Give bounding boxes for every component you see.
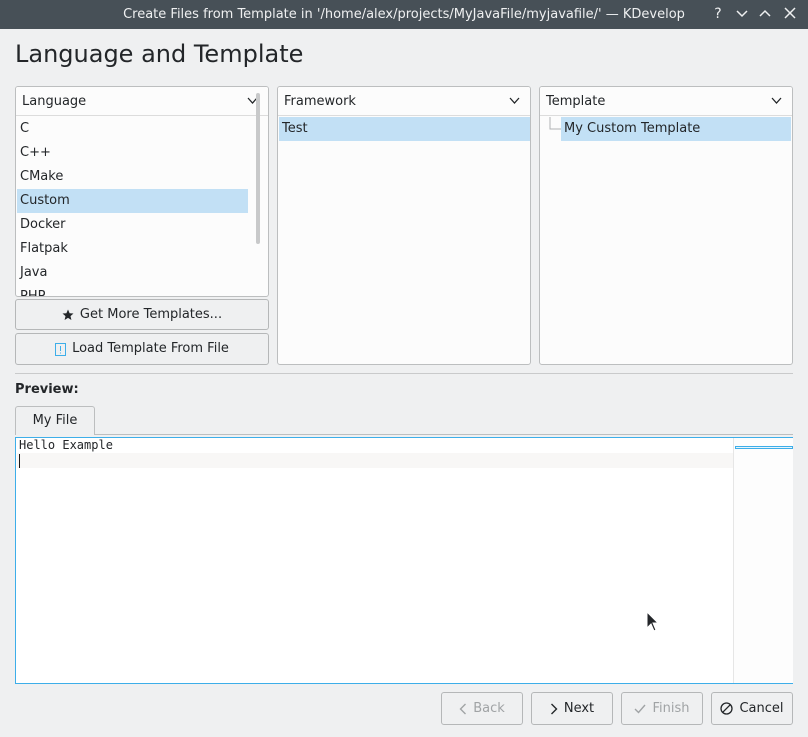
- template-header[interactable]: Template: [540, 87, 792, 116]
- template-item-my-custom-template[interactable]: My Custom Template: [561, 117, 791, 141]
- language-header[interactable]: Language: [16, 87, 268, 116]
- language-item-c[interactable]: C: [17, 117, 248, 141]
- next-button[interactable]: Next: [531, 692, 613, 725]
- mouse-pointer-icon: [646, 611, 660, 632]
- cancel-icon: [720, 702, 734, 715]
- window-title: Create Files from Template in '/home/ale…: [123, 7, 685, 22]
- editor-minimap[interactable]: [733, 438, 793, 683]
- language-item-java[interactable]: Java: [17, 261, 248, 285]
- chevron-right-icon: [550, 703, 558, 714]
- chevron-down-icon: [509, 97, 520, 104]
- chevron-down-icon: [771, 97, 782, 104]
- get-more-templates-label: Get More Templates...: [79, 307, 223, 322]
- language-scrollbar[interactable]: [256, 93, 260, 244]
- preview-label: Preview:: [15, 382, 79, 397]
- get-more-templates-button[interactable]: Get More Templates...: [15, 299, 269, 330]
- framework-item-test[interactable]: Test: [279, 117, 530, 141]
- language-item-custom[interactable]: Custom: [17, 189, 248, 213]
- template-list[interactable]: Template My Custom Template: [539, 86, 793, 365]
- close-icon: [784, 7, 796, 19]
- language-header-label: Language: [22, 94, 87, 109]
- template-header-label: Template: [546, 94, 606, 109]
- star-icon: [62, 309, 74, 320]
- cancel-button[interactable]: Cancel: [711, 692, 793, 725]
- preview-code-line-1: Hello Example: [19, 438, 113, 452]
- framework-header-label: Framework: [284, 94, 356, 109]
- text-cursor: [19, 454, 20, 468]
- section-separator: [15, 373, 793, 374]
- minimap-viewport[interactable]: [735, 446, 793, 449]
- chevron-down-icon: [736, 10, 748, 18]
- preview-editor[interactable]: Hello Example: [15, 437, 793, 684]
- help-icon: ?: [714, 6, 722, 22]
- back-button[interactable]: Back: [441, 692, 523, 725]
- close-button[interactable]: [779, 0, 801, 29]
- next-label: Next: [563, 701, 595, 716]
- check-icon: [634, 704, 647, 714]
- language-item-php[interactable]: PHP: [17, 285, 248, 296]
- language-item-cmake[interactable]: CMake: [17, 165, 248, 189]
- current-line-highlight: [17, 453, 733, 468]
- minimize-button[interactable]: [731, 0, 753, 29]
- language-list[interactable]: Language C C++ CMake Custom Docker Flatp…: [15, 86, 269, 297]
- file-icon: [55, 342, 67, 356]
- chevron-left-icon: [459, 703, 467, 714]
- back-label: Back: [473, 701, 505, 716]
- tree-branch-icon: [549, 117, 561, 130]
- language-item-docker[interactable]: Docker: [17, 213, 248, 237]
- load-template-from-file-label: Load Template From File: [72, 341, 229, 356]
- language-item-cpp[interactable]: C++: [17, 141, 248, 165]
- finish-label: Finish: [652, 701, 690, 716]
- cancel-label: Cancel: [739, 701, 784, 716]
- framework-header[interactable]: Framework: [278, 87, 530, 116]
- finish-button[interactable]: Finish: [621, 692, 703, 725]
- tab-my-file[interactable]: My File: [15, 406, 95, 435]
- framework-list[interactable]: Framework Test: [277, 86, 531, 365]
- tab-bar-line: [94, 434, 793, 435]
- language-item-flatpak[interactable]: Flatpak: [17, 237, 248, 261]
- chevron-up-icon: [759, 9, 771, 17]
- load-template-from-file-button[interactable]: Load Template From File: [15, 333, 269, 365]
- maximize-button[interactable]: [754, 0, 776, 29]
- page-title: Language and Template: [15, 40, 304, 68]
- window-titlebar: Create Files from Template in '/home/ale…: [0, 0, 808, 29]
- help-button[interactable]: ?: [707, 0, 729, 29]
